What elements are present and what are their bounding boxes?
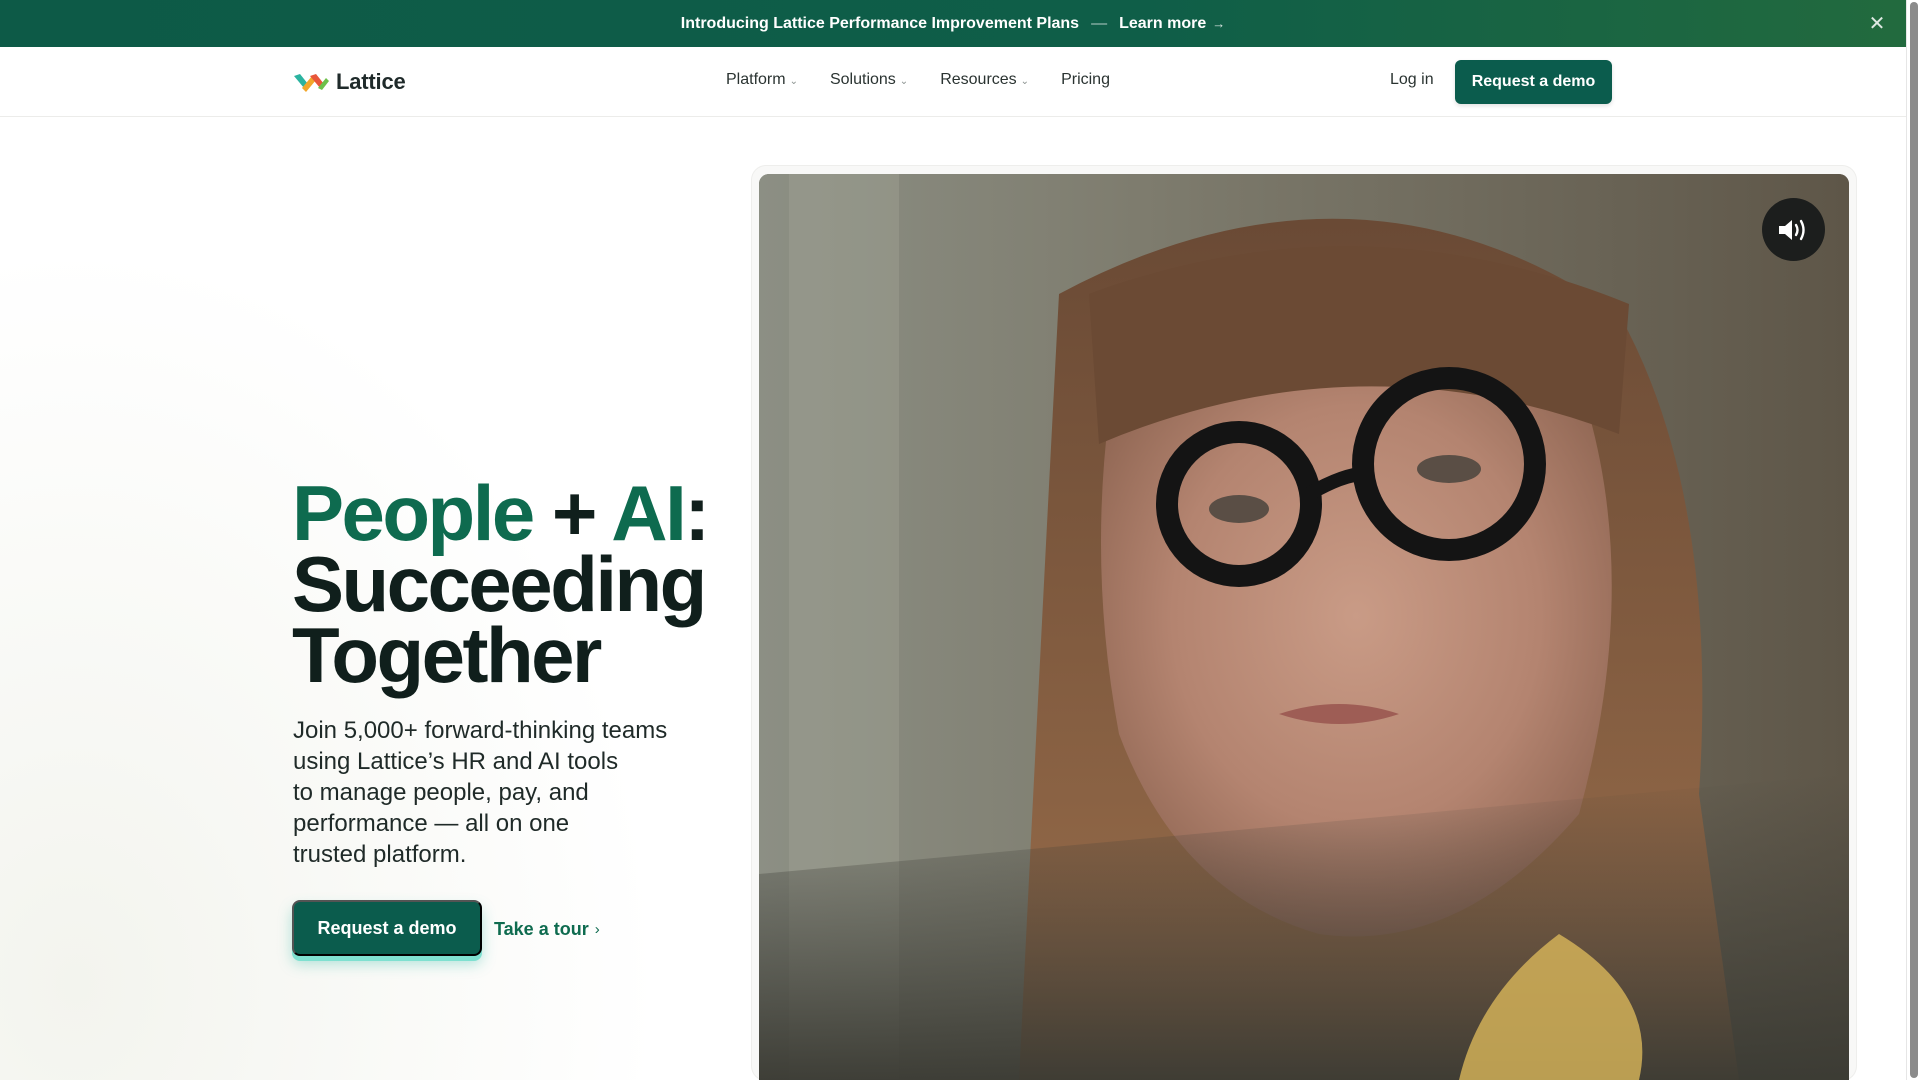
subcopy-line: to manage people, pay, and (293, 779, 589, 806)
brand-name: Lattice (336, 69, 406, 94)
speaker-volume-icon (1778, 219, 1805, 240)
take-a-tour-link[interactable]: Take a tour › (494, 919, 600, 940)
hero-video[interactable] (759, 174, 1849, 1080)
subcopy-line: Join 5,000+ forward-thinking teams (293, 717, 668, 744)
nav-platform-label: Platform (726, 71, 786, 88)
sound-toggle-button[interactable] (1762, 198, 1825, 261)
lattice-logo-mark-icon (294, 74, 329, 92)
scrollbar-thumb[interactable] (1910, 2, 1918, 1078)
page: Introducing Lattice Performance Improvem… (0, 0, 1920, 1080)
nav-solutions-label: Solutions (829, 71, 896, 88)
nav-pricing-label: Pricing (1061, 71, 1110, 88)
header-request-demo-button[interactable]: Request a demo (1455, 60, 1612, 104)
login-link[interactable]: Log in (1390, 71, 1434, 89)
nav-resources[interactable]: Resources ⌄ (940, 71, 1029, 89)
chevron-right-icon: › (594, 921, 600, 938)
hero-headline: People + AI: Succeeding Together (292, 474, 752, 694)
video-frame-image (759, 174, 1849, 1080)
site-header: Lattice Platform ⌄ Solutions ⌄ Resources… (0, 47, 1906, 117)
learn-more-link[interactable]: Learn more → (1119, 15, 1225, 33)
lattice-logo[interactable]: Lattice (292, 69, 406, 95)
nav-resources-label: Resources (940, 71, 1017, 88)
subcopy-line: performance — all on one (293, 810, 570, 837)
hero-request-demo-button[interactable]: Request a demo (292, 900, 482, 956)
announcement-text: Introducing Lattice Performance Improvem… (680, 14, 1080, 32)
hero-subcopy: Join 5,000+ forward-thinking teams using… (293, 715, 693, 870)
subcopy-line: using Lattice’s HR and AI tools (293, 748, 619, 775)
chevron-down-icon: ⌄ (789, 76, 798, 87)
nav-solutions[interactable]: Solutions ⌄ (830, 71, 908, 89)
nav-platform[interactable]: Platform ⌄ (726, 71, 798, 89)
close-icon[interactable]: ✕ (1866, 12, 1888, 35)
chevron-down-icon: ⌄ (899, 76, 909, 87)
headline-together: Together (292, 611, 602, 699)
page-scrollbar[interactable] (1906, 0, 1920, 1080)
learn-more-label: Learn more (1119, 14, 1207, 32)
nav-pricing[interactable]: Pricing (1061, 71, 1110, 89)
chevron-down-icon: ⌄ (1020, 76, 1030, 87)
take-a-tour-label: Take a tour (494, 919, 589, 939)
main-nav: Platform ⌄ Solutions ⌄ Resources ⌄ Prici… (726, 71, 1110, 89)
announcement-separator: — (1091, 14, 1108, 32)
subcopy-line: trusted platform. (293, 841, 467, 868)
announcement-bar: Introducing Lattice Performance Improvem… (0, 0, 1906, 47)
arrow-right-icon: → (1212, 16, 1226, 31)
